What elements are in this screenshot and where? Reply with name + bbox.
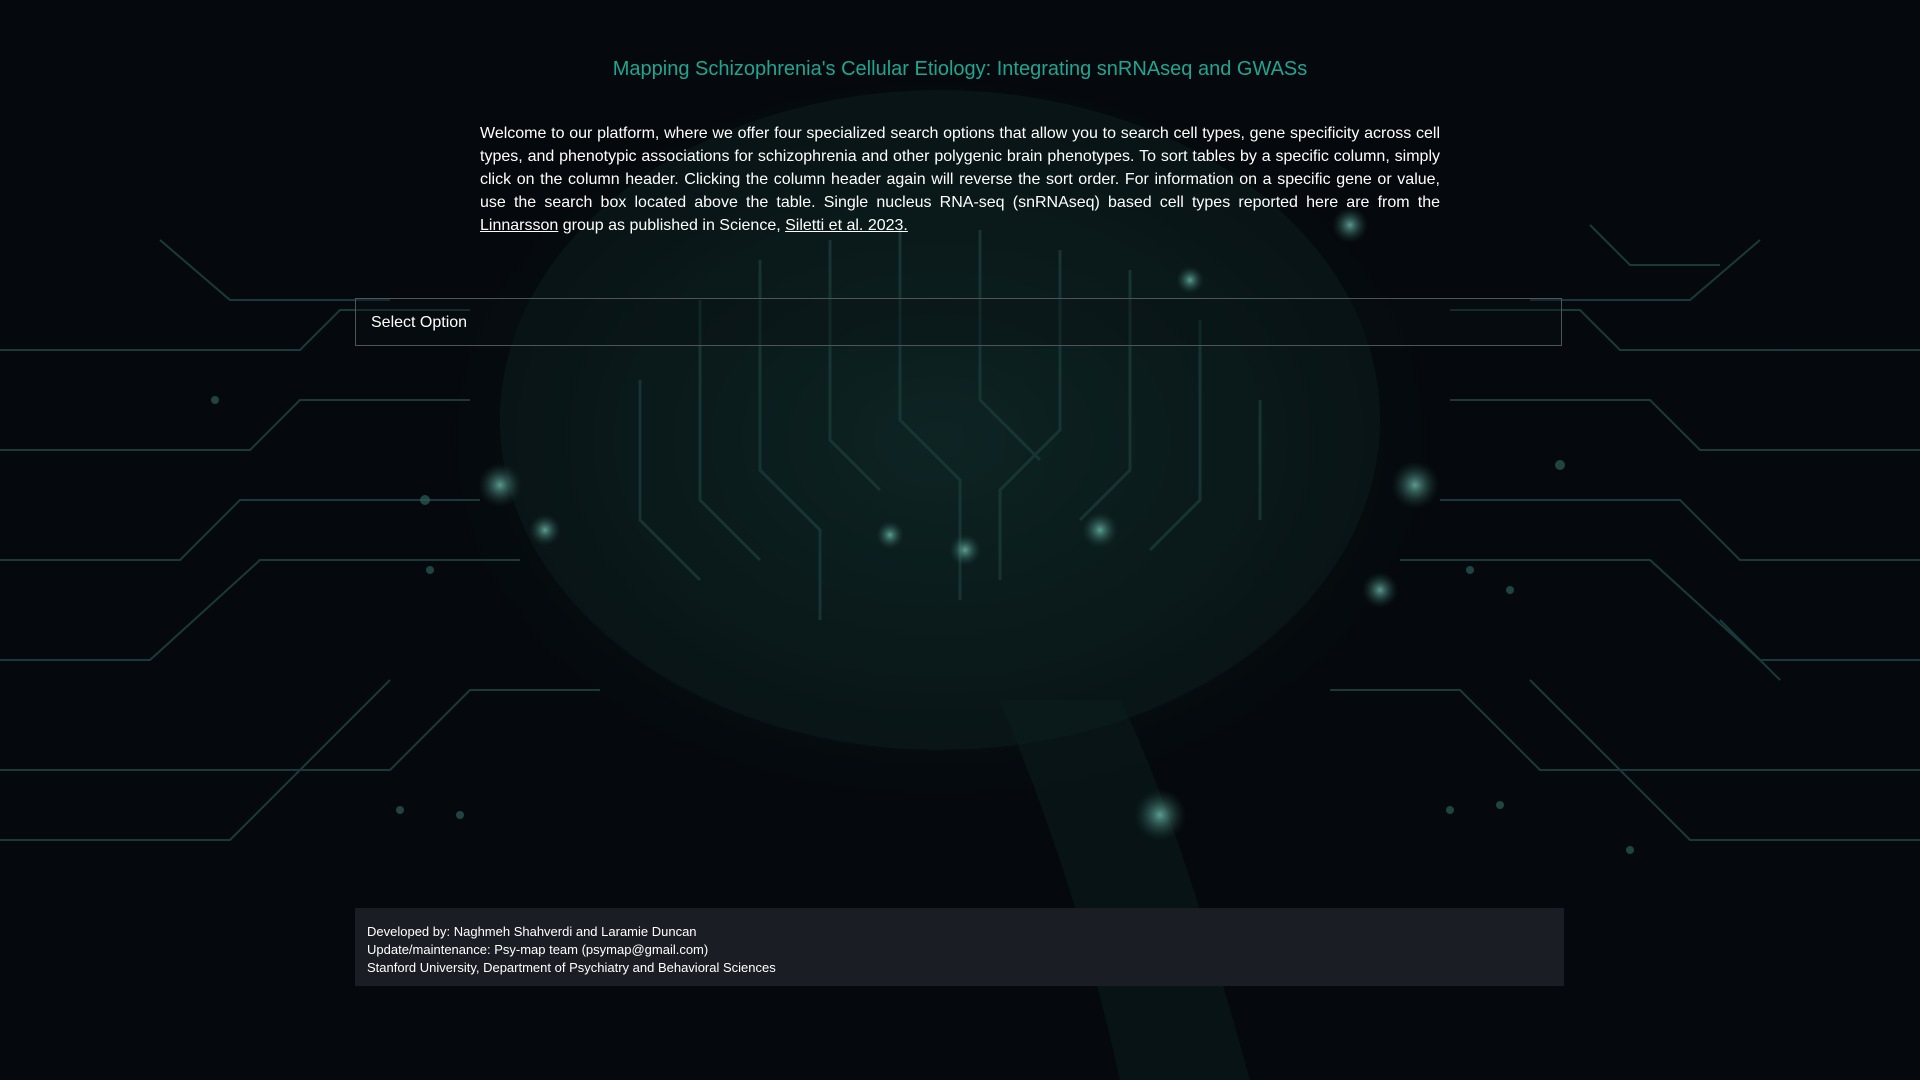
select-placeholder: Select Option (371, 314, 468, 331)
page-title: Mapping Schizophrenia's Cellular Etiolog… (612, 58, 1308, 80)
footer-affiliation: Stanford University, Department of Psych… (367, 960, 776, 975)
search-option-select[interactable]: Select Option (355, 298, 1562, 346)
intro-middle-text: group as published in Science, (562, 217, 781, 234)
intro-text: Welcome to our platform, where we offer … (480, 125, 1440, 211)
footer-developers: Developed by: Naghmeh Shahverdi and Lara… (367, 924, 697, 939)
footer: Developed by: Naghmeh Shahverdi and Lara… (355, 908, 1564, 986)
intro-paragraph: Welcome to our platform, where we offer … (480, 122, 1440, 237)
linnarsson-link[interactable]: Linnarsson (480, 217, 558, 234)
siletti-2023-link[interactable]: Siletti et al. 2023. (785, 217, 908, 234)
footer-maintenance: Update/maintenance: Psy-map team (psymap… (367, 942, 709, 957)
